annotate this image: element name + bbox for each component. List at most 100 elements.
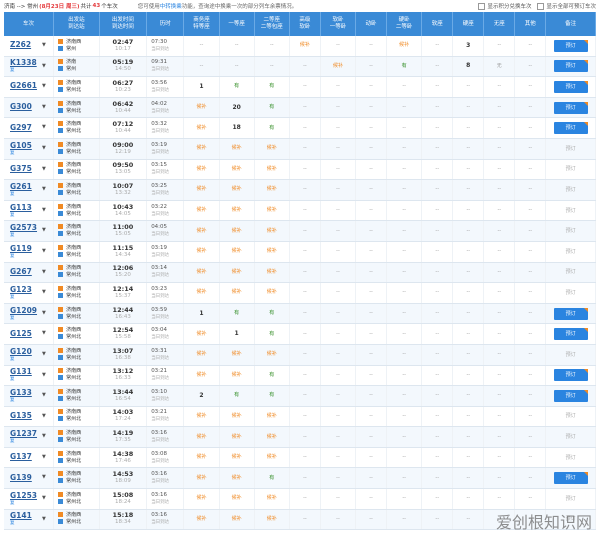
chevron-down-icon[interactable]: ▼ xyxy=(42,63,46,70)
train-number-link[interactable]: G105 xyxy=(10,141,32,150)
seat-cell[interactable]: 候补 xyxy=(219,365,255,387)
seat-cell[interactable]: 候补 xyxy=(219,509,255,531)
seat-cell[interactable]: 候补 xyxy=(183,241,220,263)
chevron-down-icon[interactable]: ▼ xyxy=(42,413,46,420)
seat-cell[interactable]: 候补 xyxy=(183,323,220,345)
seat-cell[interactable]: 候补 xyxy=(219,220,255,242)
train-number-link[interactable]: G300 xyxy=(10,102,32,111)
chevron-down-icon[interactable]: ▼ xyxy=(42,474,46,481)
book-button[interactable]: 预订 xyxy=(553,39,588,52)
seat-cell[interactable]: 有 xyxy=(386,56,423,78)
seat-cell[interactable]: 有 xyxy=(254,467,290,490)
chevron-down-icon[interactable]: ▼ xyxy=(42,351,46,358)
seat-cell[interactable]: 候补 xyxy=(183,179,220,201)
seat-cell[interactable]: 8 xyxy=(452,56,485,78)
chevron-down-icon[interactable]: ▼ xyxy=(42,330,46,337)
seat-cell[interactable]: 有 xyxy=(254,97,290,119)
book-button[interactable]: 预订 xyxy=(553,472,588,485)
chevron-down-icon[interactable]: ▼ xyxy=(42,42,46,49)
seat-cell[interactable]: 有 xyxy=(219,303,255,325)
train-number-link[interactable]: G375 xyxy=(10,164,32,173)
chevron-down-icon[interactable]: ▼ xyxy=(42,372,46,379)
seat-cell[interactable]: 候补 xyxy=(219,241,255,263)
chevron-down-icon[interactable]: ▼ xyxy=(42,83,46,90)
seat-cell[interactable]: 候补 xyxy=(254,509,290,531)
column-header-1[interactable]: 出发站 到达站 xyxy=(53,12,100,36)
seat-cell[interactable]: 候补 xyxy=(289,36,321,57)
chevron-down-icon[interactable]: ▼ xyxy=(42,124,46,131)
seat-cell[interactable]: 候补 xyxy=(219,282,255,304)
seat-cell[interactable]: 候补 xyxy=(254,220,290,242)
train-number-link[interactable]: G1209 xyxy=(10,306,37,315)
seat-cell[interactable]: 候补 xyxy=(254,344,290,366)
train-number-link[interactable]: G131 xyxy=(10,367,32,376)
book-button[interactable]: 预订 xyxy=(553,307,588,320)
seat-cell[interactable]: 候补 xyxy=(254,200,290,222)
seat-cell[interactable]: 候补 xyxy=(183,447,220,469)
train-number-link[interactable]: G141 xyxy=(10,511,32,520)
seat-cell[interactable]: 候补 xyxy=(219,262,255,284)
seat-cell[interactable]: 候补 xyxy=(183,220,220,242)
seat-cell[interactable]: 候补 xyxy=(254,426,290,448)
seat-cell[interactable]: 有 xyxy=(254,117,290,139)
train-number-link[interactable]: G1253 xyxy=(10,491,37,500)
chevron-down-icon[interactable]: ▼ xyxy=(42,145,46,152)
train-number-link[interactable]: G113 xyxy=(10,203,32,212)
seat-cell[interactable]: 有 xyxy=(254,303,290,325)
seat-cell[interactable]: 候补 xyxy=(219,488,255,510)
transfer-link[interactable]: 中转换乘 xyxy=(160,4,182,10)
seat-cell[interactable]: 候补 xyxy=(183,426,220,448)
seat-cell[interactable]: 候补 xyxy=(183,467,220,490)
train-number-link[interactable]: G137 xyxy=(10,452,32,461)
seat-cell[interactable]: 候补 xyxy=(219,447,255,469)
seat-cell[interactable]: 候补 xyxy=(254,447,290,469)
column-header-2[interactable]: 出发时间 到达时间 xyxy=(99,12,148,36)
seat-cell[interactable]: 候补 xyxy=(254,488,290,510)
chevron-down-icon[interactable]: ▼ xyxy=(42,495,46,502)
seat-cell[interactable]: 候补 xyxy=(183,117,220,139)
book-button[interactable]: 预订 xyxy=(553,369,588,382)
book-button[interactable]: 预订 xyxy=(553,389,588,402)
seat-cell[interactable]: 候补 xyxy=(183,406,220,428)
train-number-link[interactable]: G139 xyxy=(10,473,32,482)
seat-cell[interactable]: 候补 xyxy=(183,509,220,531)
chevron-down-icon[interactable]: ▼ xyxy=(42,166,46,173)
seat-cell[interactable]: 候补 xyxy=(254,179,290,201)
seat-cell[interactable]: 3 xyxy=(452,36,485,57)
seat-cell[interactable]: 20 xyxy=(219,97,255,119)
chevron-down-icon[interactable]: ▼ xyxy=(42,454,46,461)
seat-cell[interactable]: 有 xyxy=(254,323,290,345)
seat-cell[interactable]: 候补 xyxy=(219,138,255,160)
chevron-down-icon[interactable]: ▼ xyxy=(42,248,46,255)
seat-cell[interactable]: 1 xyxy=(219,323,255,345)
train-number-link[interactable]: K1338 xyxy=(10,58,37,67)
chevron-down-icon[interactable]: ▼ xyxy=(42,516,46,523)
book-button[interactable]: 预订 xyxy=(553,328,588,341)
points-filter-option[interactable]: 显示积分兑换车次 xyxy=(478,2,531,10)
bookable-filter-option[interactable]: 显示全部可预订车次 xyxy=(537,2,596,10)
seat-cell[interactable]: 有 xyxy=(254,76,290,98)
seat-cell[interactable]: 18 xyxy=(219,117,255,139)
seat-cell[interactable]: 候补 xyxy=(183,97,220,119)
seat-cell[interactable]: 候补 xyxy=(254,138,290,160)
seat-cell[interactable]: 有 xyxy=(219,76,255,98)
chevron-down-icon[interactable]: ▼ xyxy=(42,207,46,214)
chevron-down-icon[interactable]: ▼ xyxy=(42,104,46,111)
column-header-0[interactable]: 车次 xyxy=(4,12,55,36)
seat-cell[interactable]: 1 xyxy=(183,76,220,98)
seat-cell[interactable]: 候补 xyxy=(386,36,423,57)
train-number-link[interactable]: G125 xyxy=(10,329,32,338)
seat-cell[interactable]: 有 xyxy=(254,365,290,387)
train-number-link[interactable]: G133 xyxy=(10,388,32,397)
train-number-link[interactable]: G120 xyxy=(10,347,32,356)
chevron-down-icon[interactable]: ▼ xyxy=(42,310,46,317)
seat-cell[interactable]: 候补 xyxy=(183,365,220,387)
train-number-link[interactable]: G135 xyxy=(10,411,32,420)
seat-cell[interactable]: 候补 xyxy=(183,200,220,222)
seat-cell[interactable]: 候补 xyxy=(219,467,255,490)
seat-cell[interactable]: 有 xyxy=(254,385,290,407)
seat-cell[interactable]: 候补 xyxy=(183,344,220,366)
seat-cell[interactable]: 候补 xyxy=(320,56,357,78)
seat-cell[interactable]: 1 xyxy=(183,303,220,325)
train-number-link[interactable]: G2573 xyxy=(10,223,37,232)
